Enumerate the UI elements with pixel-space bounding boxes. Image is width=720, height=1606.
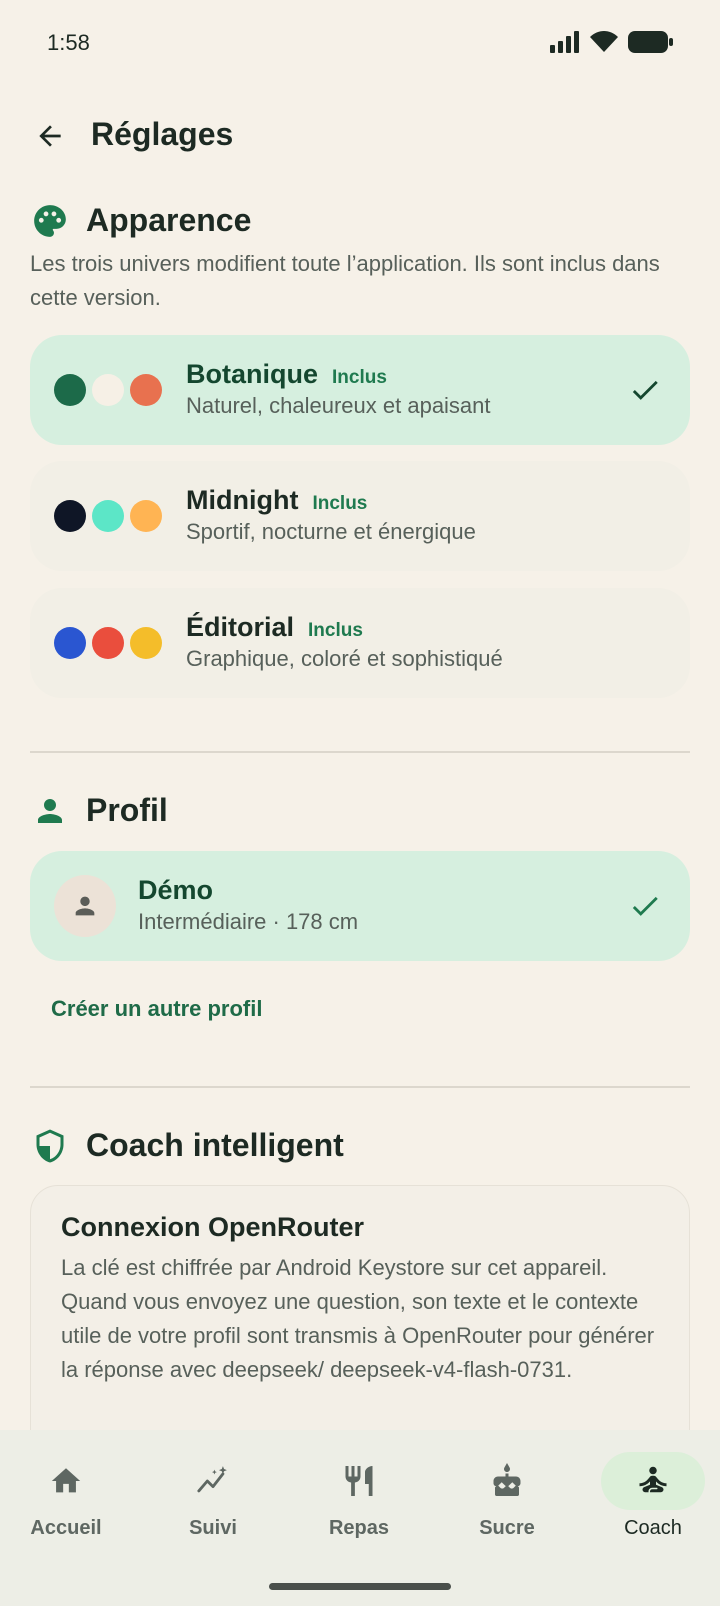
profile-card[interactable]: Démo Intermédiaire · 178 cm	[30, 851, 690, 961]
theme-name: Botanique	[186, 359, 318, 389]
battery-icon	[628, 31, 673, 53]
theme-color-dot	[54, 500, 86, 532]
check-icon	[632, 896, 658, 916]
theme-color-dot	[54, 627, 86, 659]
section-divider	[30, 1086, 690, 1088]
theme-color-dot	[92, 374, 124, 406]
theme-subtitle: Sportif, nocturne et énergique	[186, 519, 476, 544]
trend-icon	[197, 1466, 227, 1493]
included-badge: Inclus	[312, 493, 368, 514]
appearance-description: Les trois univers modifient toute l’appl…	[30, 251, 660, 310]
section-divider	[30, 751, 690, 753]
top-app-bar: Réglages	[0, 104, 720, 168]
theme-color-dot	[54, 374, 86, 406]
openrouter-card-text: La clé est chiffrée par Android Keystore…	[61, 1255, 655, 1382]
theme-card-editorial[interactable]: Éditorial Inclus Graphique, coloré et so…	[30, 588, 690, 698]
coach-section-header: Coach intelligent	[0, 1121, 720, 1169]
nav-item-accueil[interactable]: Accueil	[14, 1452, 118, 1552]
status-bar: 1:58	[0, 0, 720, 86]
theme-subtitle: Naturel, chaleureux et apaisant	[186, 393, 491, 418]
status-icons	[550, 30, 674, 54]
theme-color-dot	[92, 500, 124, 532]
meditation-icon	[639, 1466, 667, 1493]
nav-item-coach[interactable]: Coach	[601, 1452, 705, 1552]
nav-label: Suivi	[189, 1517, 237, 1539]
utensils-icon	[345, 1466, 373, 1496]
profile-section-header: Profil	[0, 786, 720, 834]
appearance-title: Apparence	[86, 202, 252, 238]
nav-label: Sucre	[479, 1517, 535, 1539]
profile-subtitle: Intermédiaire · 178 cm	[138, 909, 359, 934]
wifi-icon	[590, 31, 618, 52]
openrouter-card-title: Connexion OpenRouter	[61, 1212, 364, 1242]
cake-icon	[493, 1463, 521, 1496]
signal-icon	[550, 31, 579, 53]
nav-label: Repas	[328, 1517, 390, 1539]
arrow-back-icon	[39, 125, 61, 147]
theme-subtitle: Graphique, coloré et sophistiqué	[186, 646, 503, 671]
nav-item-suivi[interactable]: Suivi	[161, 1452, 265, 1552]
person-icon	[75, 896, 95, 916]
theme-color-dot	[92, 627, 124, 659]
avatar	[54, 875, 116, 937]
coach-title: Coach intelligent	[86, 1127, 344, 1163]
included-badge: Inclus	[332, 367, 387, 388]
nav-label: Coach	[624, 1517, 682, 1539]
bottom-navigation: Accueil Suivi Repas Sucre Coach	[0, 1430, 720, 1606]
page-title: Réglages	[91, 116, 234, 152]
nav-item-sucre[interactable]: Sucre	[455, 1452, 559, 1552]
appearance-section-header: Apparence	[0, 196, 720, 244]
theme-card-midnight[interactable]: Midnight Inclus Sportif, nocturne et éne…	[30, 461, 690, 571]
back-button[interactable]	[28, 114, 72, 158]
theme-name: Éditorial	[186, 612, 295, 642]
status-time: 1:58	[47, 30, 90, 55]
theme-color-dot	[130, 374, 162, 406]
check-icon	[632, 380, 658, 400]
profile-name: Démo	[138, 875, 214, 905]
shield-icon	[31, 1127, 69, 1165]
theme-name: Midnight	[186, 485, 299, 515]
palette-icon	[31, 202, 69, 240]
theme-card-botanique[interactable]: Botanique Inclus Naturel, chaleureux et …	[30, 335, 690, 445]
person-icon	[31, 792, 69, 830]
nav-label: Accueil	[30, 1517, 102, 1539]
home-indicator[interactable]	[269, 1583, 451, 1590]
profile-title: Profil	[86, 792, 168, 828]
included-badge: Inclus	[308, 620, 363, 641]
theme-color-dot	[130, 500, 162, 532]
nav-item-repas[interactable]: Repas	[307, 1452, 411, 1552]
theme-color-dot	[130, 627, 162, 659]
create-profile-link[interactable]: Créer un autre profil	[51, 996, 262, 1022]
home-icon	[51, 1468, 81, 1493]
